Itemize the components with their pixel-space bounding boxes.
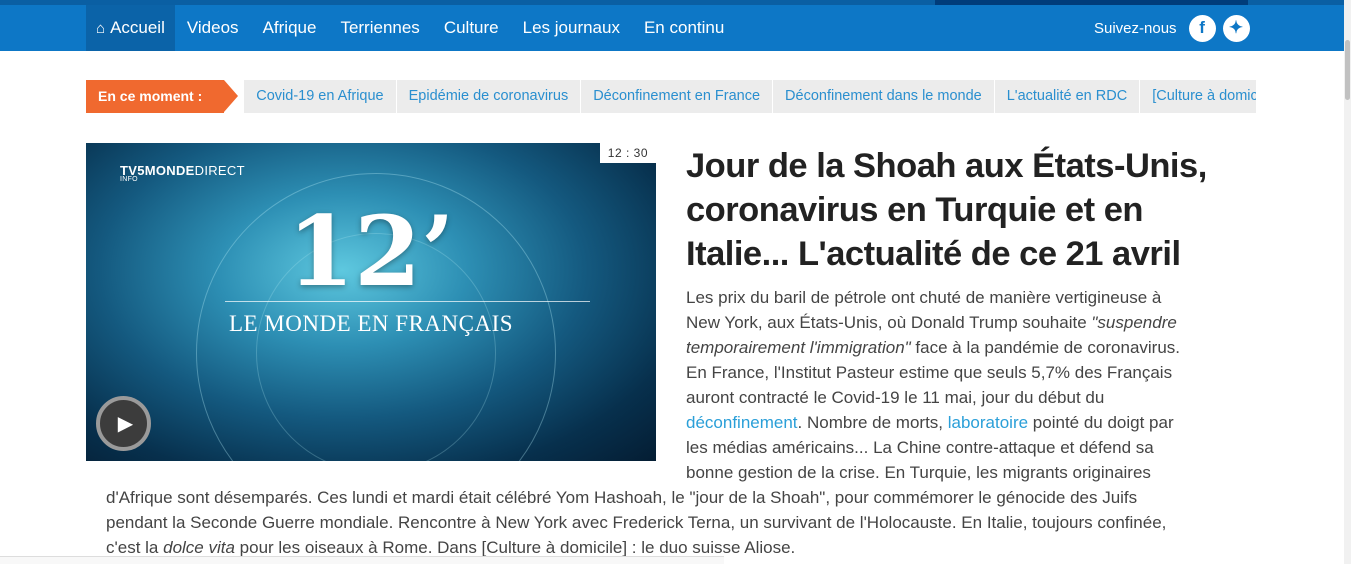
logo-direct: DIRECT — [194, 163, 245, 178]
article-line: déconfinement. Nombre de morts, laborato… — [686, 410, 1174, 435]
article-line: New York, aux États-Unis, où Donald Trum… — [686, 310, 1177, 335]
trending-bar: En ce moment : Covid-19 en Afrique Epidé… — [86, 80, 1256, 113]
tv5monde-logo: TV5MONDEDIRECT INFO — [120, 163, 245, 183]
follow-label: Suivez-nous — [1094, 19, 1177, 37]
nav-item-afrique[interactable]: Afrique — [251, 5, 329, 51]
nav-item-accueil[interactable]: ⌂ Accueil — [86, 5, 175, 51]
facebook-icon[interactable]: f — [1188, 14, 1216, 42]
page-scrollbar[interactable] — [1344, 0, 1351, 564]
nav-item-label: Accueil — [110, 18, 165, 37]
article-line: auront contracté le Covid-19 le 11 mai, … — [686, 385, 1104, 410]
article-headline[interactable]: Jour de la Shoah aux États-Unis, coronav… — [686, 144, 1246, 276]
trending-item[interactable]: Covid-19 en Afrique — [244, 80, 397, 113]
video-title-sub: LE MONDE EN FRANÇAIS — [228, 311, 514, 336]
text: d'Afrique sont désemparés. Ces lundi et … — [106, 488, 1138, 507]
text: pointé du doigt par — [1028, 413, 1174, 432]
article-line: bonne gestion de la crise. En Turquie, l… — [686, 460, 1151, 485]
text: . Nombre de morts, — [797, 413, 948, 432]
video-duration-badge: 12 : 30 — [599, 143, 656, 163]
article-line: pendant la Seconde Guerre mondiale. Renc… — [106, 510, 1166, 535]
scrollbar-thumb[interactable] — [1345, 40, 1350, 100]
article-line: les médias américains... La Chine contre… — [686, 435, 1154, 460]
trending-item[interactable]: [Culture à domicile] — [1140, 80, 1256, 113]
nav-item-terriennes[interactable]: Terriennes — [328, 5, 431, 51]
deconfinement-link[interactable]: déconfinement — [686, 413, 798, 432]
text: pour les oiseaux à Rome. Dans [Culture à… — [234, 538, 796, 557]
article-line: d'Afrique sont désemparés. Ces lundi et … — [106, 485, 1137, 510]
trending-item[interactable]: L'actualité en RDC — [995, 80, 1141, 113]
text: Les prix du baril de pétrole ont chuté d… — [686, 288, 1162, 307]
article-line: temporairement l'immigration" face à la … — [686, 335, 1180, 360]
text: les médias américains... La Chine contre… — [686, 438, 1154, 457]
text: New York, aux États-Unis, où Donald Trum… — [686, 313, 1092, 332]
nav-item-videos[interactable]: Videos — [175, 5, 251, 51]
text: bonne gestion de la crise. En Turquie, l… — [686, 463, 1151, 482]
trending-label: En ce moment : — [86, 80, 239, 113]
home-icon: ⌂ — [96, 20, 106, 37]
quote: temporairement l'immigration" — [686, 338, 911, 357]
video-title-divider — [225, 301, 590, 302]
trending-item[interactable]: Déconfinement en France — [581, 80, 774, 113]
quote: "suspendre — [1091, 313, 1177, 332]
article-line: Les prix du baril de pétrole ont chuté d… — [686, 285, 1161, 310]
text: c'est la — [106, 538, 164, 557]
trending-item[interactable]: Epidémie de coronavirus — [397, 80, 582, 113]
nav-item-journaux[interactable]: Les journaux — [511, 5, 632, 51]
browser-status-bar — [0, 556, 724, 564]
italic-text: dolce vita — [163, 538, 235, 557]
nav-item-culture[interactable]: Culture — [432, 5, 511, 51]
top-navigation-bar: ⌂ Accueil Videos Afrique Terriennes Cultu… — [0, 0, 1344, 51]
follow-us: Suivez-nous f ✦ — [1094, 5, 1257, 51]
text: face à la pandémie de coronavirus. — [910, 338, 1181, 357]
text: En France, l'Institut Pasteur estime que… — [686, 363, 1173, 382]
article-line: En France, l'Institut Pasteur estime que… — [686, 360, 1172, 385]
trending-item[interactable]: Déconfinement dans le monde — [773, 80, 995, 113]
twitter-icon[interactable]: ✦ — [1222, 14, 1250, 42]
main-nav: ⌂ Accueil Videos Afrique Terriennes Cultu… — [86, 5, 736, 51]
video-title-big: 12’ — [287, 195, 455, 308]
laboratoire-link[interactable]: laboratoire — [948, 413, 1028, 432]
text: pendant la Seconde Guerre mondiale. Renc… — [106, 513, 1167, 532]
play-button-icon[interactable]: ▶ — [96, 396, 151, 451]
video-player[interactable]: TV5MONDEDIRECT INFO 12 : 30 12’ LE MONDE … — [86, 143, 656, 461]
nav-item-en-continu[interactable]: En continu — [632, 5, 736, 51]
text: auront contracté le Covid-19 le 11 mai, … — [686, 388, 1105, 407]
